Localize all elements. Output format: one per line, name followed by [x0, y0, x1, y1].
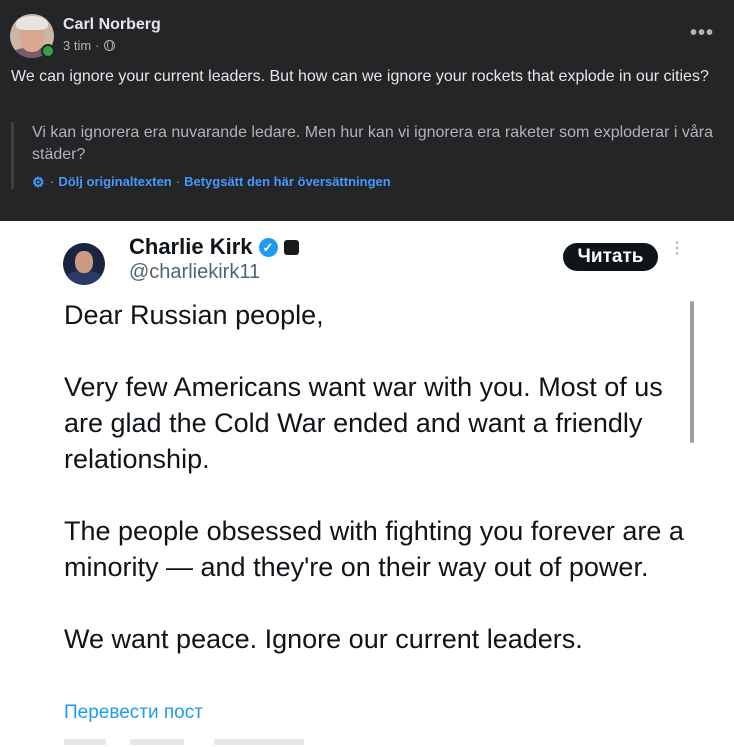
tweet-scrollbar — [690, 301, 694, 443]
tweet-more-icon: ⋮ — [669, 240, 685, 257]
hide-original-link[interactable]: Dölj originaltexten — [58, 174, 171, 189]
globe-icon[interactable] — [103, 40, 115, 51]
original-text: Vi kan ignorera era nuvarande ledare. Me… — [32, 124, 713, 163]
tweet-avatar-shirt — [67, 271, 101, 285]
tweet-paragraph: Very few Americans want war with you. Mo… — [64, 372, 663, 474]
more-options-icon[interactable]: ••• — [690, 22, 714, 45]
follow-button: Читать — [563, 243, 658, 271]
affiliation-badge-icon — [283, 239, 299, 255]
rate-translation-link[interactable]: Betygsätt den här översättningen — [184, 174, 391, 189]
tweet-author-handle: @charliekirk11 — [129, 261, 261, 283]
post-time[interactable]: 3 tim — [63, 38, 91, 53]
cropped-tweet-footer — [64, 739, 364, 745]
gear-icon[interactable]: ⚙ — [32, 175, 46, 189]
online-status-dot — [41, 44, 55, 58]
avatar-hair — [16, 16, 48, 30]
tweet-screenshot-image[interactable]: Charlie Kirk ✓ @charliekirk11 Читать ⋮ D… — [0, 221, 734, 747]
tweet-body: Dear Russian people, Very few Americans … — [64, 297, 684, 657]
tweet-author-name-row: Charlie Kirk ✓ — [129, 234, 299, 260]
tweet-paragraph: The people obsessed with fighting you fo… — [64, 516, 684, 582]
tweet-paragraph: Dear Russian people, — [64, 300, 324, 330]
verified-badge-icon: ✓ — [258, 237, 278, 257]
separator: · — [175, 174, 181, 189]
facebook-post-header: Carl Norberg 3 tim · ••• We can ignore y… — [0, 0, 734, 221]
post-text: We can ignore your current leaders. But … — [11, 68, 709, 85]
meta-separator: · — [95, 38, 100, 53]
tweet-paragraph: We want peace. Ignore our current leader… — [64, 624, 583, 654]
original-text-block: Vi kan ignorera era nuvarande ledare. Me… — [11, 122, 734, 189]
tweet-avatar-face — [75, 251, 93, 273]
translation-actions: ⚙ · Dölj originaltexten · Betygsätt den … — [32, 174, 734, 189]
translate-post-link: Перевести пост — [64, 702, 203, 723]
tweet-author-avatar — [63, 243, 105, 285]
post-meta: 3 tim · — [63, 38, 115, 53]
tweet-author-name: Charlie Kirk — [129, 234, 253, 259]
separator: · — [50, 174, 55, 189]
author-name[interactable]: Carl Norberg — [63, 16, 161, 34]
